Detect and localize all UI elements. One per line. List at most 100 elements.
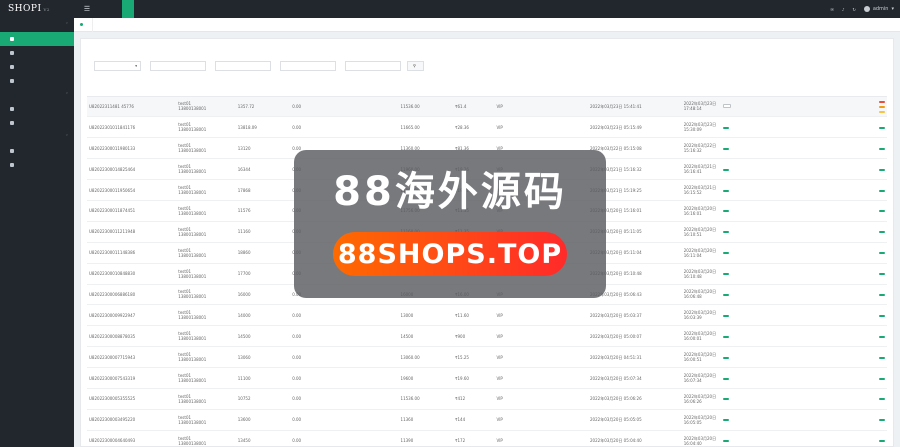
action-button[interactable] <box>879 110 885 113</box>
action-button[interactable] <box>879 419 885 422</box>
action-button[interactable] <box>879 189 885 192</box>
action-button[interactable] <box>879 252 885 255</box>
status-badge[interactable] <box>723 231 730 234</box>
status-badge[interactable] <box>723 377 730 380</box>
cell-v1: 14000 <box>235 304 291 327</box>
action-button[interactable] <box>879 147 885 150</box>
table-row[interactable]: U82022300007715943 test01 13800138001 13060… <box>87 346 887 369</box>
sidebar-group-1[interactable]: ˅ <box>0 88 74 102</box>
refresh-icon[interactable]: ↻ <box>852 7 855 12</box>
action-button[interactable] <box>879 356 885 359</box>
cell-id: U82022300009922947 <box>87 304 177 327</box>
top-nav-item-3[interactable] <box>134 0 146 18</box>
action-button[interactable] <box>879 314 885 317</box>
search-button[interactable]: ⚲ <box>407 60 424 71</box>
user-input[interactable] <box>215 60 271 71</box>
status-badge[interactable] <box>723 398 730 401</box>
cell-id: U82022300006886180 <box>87 284 177 306</box>
table-row[interactable]: U82022300008878035 test01 13800138001 14500… <box>87 325 887 348</box>
order2-input[interactable] <box>280 60 336 71</box>
cell-v3 <box>344 325 399 348</box>
status-badge[interactable] <box>723 103 732 108</box>
sidebar-item-0-1[interactable] <box>0 46 74 60</box>
status-badge[interactable] <box>723 189 730 192</box>
sidebar-group-0[interactable]: ˅ <box>0 18 74 32</box>
table-row[interactable]: U82022301011841176 test01 13800138001 13818… <box>87 116 887 139</box>
table-row[interactable]: U82022300005355525 test01 13800138001 10752… <box>87 388 887 410</box>
cell-time: 2022年03月20日 05:03:37 <box>588 304 682 327</box>
table-row[interactable]: U82022300004640493 test01 13800138001 13450… <box>87 430 887 447</box>
cell-s2 <box>762 179 877 201</box>
status-badge[interactable] <box>723 210 730 213</box>
action-button[interactable] <box>879 398 885 401</box>
cell-id: U82022300011874451 <box>87 200 177 222</box>
sidebar-item-1-1[interactable] <box>0 116 74 130</box>
cell-t2: 2022年03月20日 16:04:40 <box>681 430 722 447</box>
cell-v1: 13600 <box>235 409 291 431</box>
action-button[interactable] <box>879 231 885 234</box>
active-dot-icon <box>80 23 83 26</box>
action-button[interactable] <box>879 273 885 276</box>
cell-user: test01 13800138001 <box>176 304 236 327</box>
sidebar-item-2-1[interactable] <box>0 158 74 172</box>
action-button[interactable] <box>879 440 885 443</box>
user-menu[interactable]: admin ▾ <box>863 6 894 12</box>
cell-user: test01 13800138001 <box>176 430 236 447</box>
action-button[interactable] <box>879 293 885 296</box>
status-badge[interactable] <box>723 252 730 255</box>
cell-time: 2022年03月20日 05:06:26 <box>588 388 682 410</box>
cell-t2: 2022年03月20日 16:10:48 <box>681 263 722 285</box>
sidebar-item-1-0[interactable] <box>0 102 74 116</box>
top-nav-item-5[interactable] <box>158 0 170 18</box>
sidebar-item-0-2[interactable] <box>0 60 74 74</box>
cell-user: test01 13800138001 <box>176 221 236 243</box>
action-button[interactable] <box>879 335 885 338</box>
action-button[interactable] <box>879 210 885 213</box>
table-row[interactable]: U82022300003495220 test01 13800138001 13600… <box>87 409 887 431</box>
cell-status <box>721 263 763 285</box>
top-nav-item-1[interactable] <box>110 0 122 18</box>
cell-s2 <box>762 200 877 222</box>
notice-button[interactable]: ♪ <box>842 7 845 12</box>
tab-orders[interactable] <box>74 17 93 32</box>
sidebar-item-2-0[interactable] <box>0 144 74 158</box>
status-badge[interactable] <box>723 168 730 171</box>
status-badge[interactable] <box>723 126 730 129</box>
action-button[interactable] <box>879 126 885 129</box>
action-button[interactable] <box>879 100 885 103</box>
sidebar-item-0-3[interactable] <box>0 74 74 88</box>
status-badge[interactable] <box>723 356 730 359</box>
status-badge[interactable] <box>723 314 730 317</box>
action-button[interactable] <box>879 377 885 380</box>
hamburger-icon[interactable]: ☰ <box>80 0 94 18</box>
table-row[interactable]: U82022300007543319 test01 13800138001 11100… <box>87 367 887 389</box>
cell-id: U82022300005355525 <box>87 388 177 410</box>
sidebar-item-0-0[interactable] <box>0 32 74 46</box>
status-select[interactable]: ▾ <box>94 60 141 71</box>
cell-id: U82022300010848830 <box>87 263 177 285</box>
cell-status <box>721 221 763 243</box>
app-logo[interactable]: SHOPI V2 <box>0 0 74 18</box>
cell-t2: 2022年03月20日 16:16:01 <box>681 200 722 222</box>
top-nav-item-2[interactable] <box>122 0 134 18</box>
cell-id: U82022300011148386 <box>87 242 177 264</box>
sidebar-group-2[interactable]: ˅ <box>0 130 74 144</box>
order-input[interactable] <box>150 60 206 71</box>
table-row[interactable]: U82022300009922947 test01 13800138001 14000… <box>87 304 887 327</box>
cell-user: test01 13800138001 <box>176 179 236 201</box>
table-row[interactable]: U82022311481 45776 test01 13800138001 1357.… <box>87 96 887 118</box>
action-button[interactable] <box>879 105 885 108</box>
status-badge[interactable] <box>723 273 730 276</box>
action-button[interactable] <box>879 168 885 171</box>
cell-actions <box>877 284 887 306</box>
top-nav-item-0[interactable] <box>98 0 110 18</box>
status-badge[interactable] <box>723 147 730 150</box>
status-badge[interactable] <box>723 440 730 443</box>
time-input[interactable] <box>345 60 401 71</box>
status-badge[interactable] <box>723 335 730 338</box>
status-badge[interactable] <box>723 419 730 422</box>
top-nav-item-4[interactable] <box>146 0 158 18</box>
status-badge[interactable] <box>723 293 730 296</box>
cell-s2 <box>762 137 877 160</box>
message-button[interactable]: ✉ <box>831 7 834 12</box>
